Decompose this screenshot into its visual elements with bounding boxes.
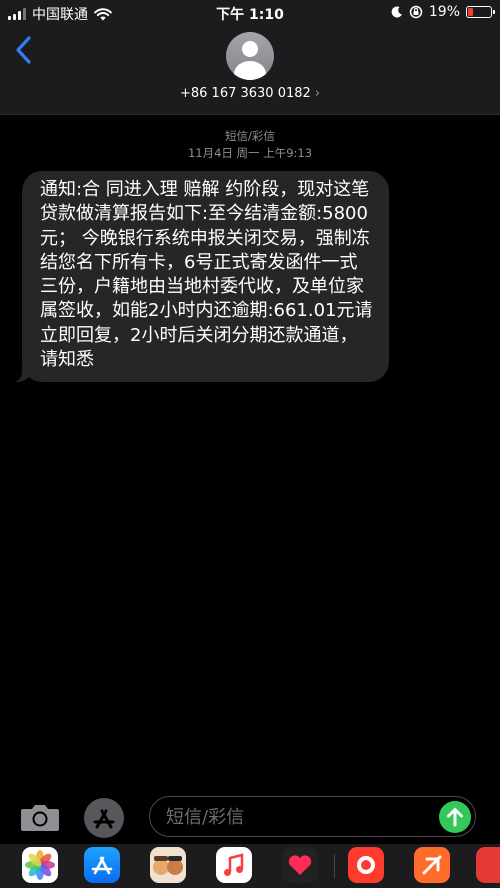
- imessage-app-strip: [0, 844, 500, 888]
- digital-touch-icon[interactable]: [282, 847, 318, 883]
- chevron-right-icon: ›: [314, 86, 320, 101]
- battery-icon: [466, 6, 495, 18]
- send-button[interactable]: [439, 801, 471, 833]
- conversation-header: +86 167 3630 0182 ›: [0, 26, 500, 115]
- person-icon: [242, 41, 258, 57]
- message-timestamp: 11月4日 周一 上午9:13: [187, 146, 313, 160]
- message-field[interactable]: [149, 796, 476, 838]
- app-store-icon[interactable]: [84, 847, 120, 883]
- message-input[interactable]: [164, 797, 438, 838]
- app-store-icon: [93, 809, 115, 829]
- service-label: 短信/彩信: [225, 129, 275, 143]
- app-icon[interactable]: [414, 847, 450, 883]
- app-icon[interactable]: [476, 847, 500, 883]
- composer-bar: [0, 790, 500, 844]
- music-icon[interactable]: [216, 847, 252, 883]
- status-bar: 中国联通 下午 1:10 19%: [0, 0, 500, 26]
- message-text: 通知:合 同进入理 赔解 约阶段，现对这笔贷款做清算报告如下:至今结清金额:58…: [40, 179, 373, 371]
- memoji-icon[interactable]: [150, 847, 186, 883]
- battery-percent: 19%: [428, 4, 460, 20]
- send-arrow-icon: [447, 808, 463, 827]
- chevron-left-icon[interactable]: [10, 34, 38, 66]
- moon-icon: [391, 6, 402, 18]
- contact-number: +86 167 3630 0182: [179, 86, 311, 101]
- message-meta: 短信/彩信 11月4日 周一 上午9:13: [0, 128, 500, 162]
- contact-name-button[interactable]: +86 167 3630 0182 ›: [0, 86, 500, 101]
- app-icon[interactable]: [348, 847, 384, 883]
- battery-level: [468, 8, 473, 16]
- app-strip-divider: [334, 854, 335, 878]
- contact-avatar[interactable]: [226, 32, 274, 80]
- orientation-lock-icon: [409, 5, 423, 19]
- incoming-message-bubble[interactable]: 通知:合 同进入理 赔解 约阶段，现对这笔贷款做清算报告如下:至今结清金额:58…: [12, 171, 389, 383]
- status-right: 19%: [391, 4, 495, 20]
- apps-button[interactable]: [84, 798, 124, 838]
- camera-icon[interactable]: [20, 802, 60, 832]
- photos-icon[interactable]: [22, 847, 58, 883]
